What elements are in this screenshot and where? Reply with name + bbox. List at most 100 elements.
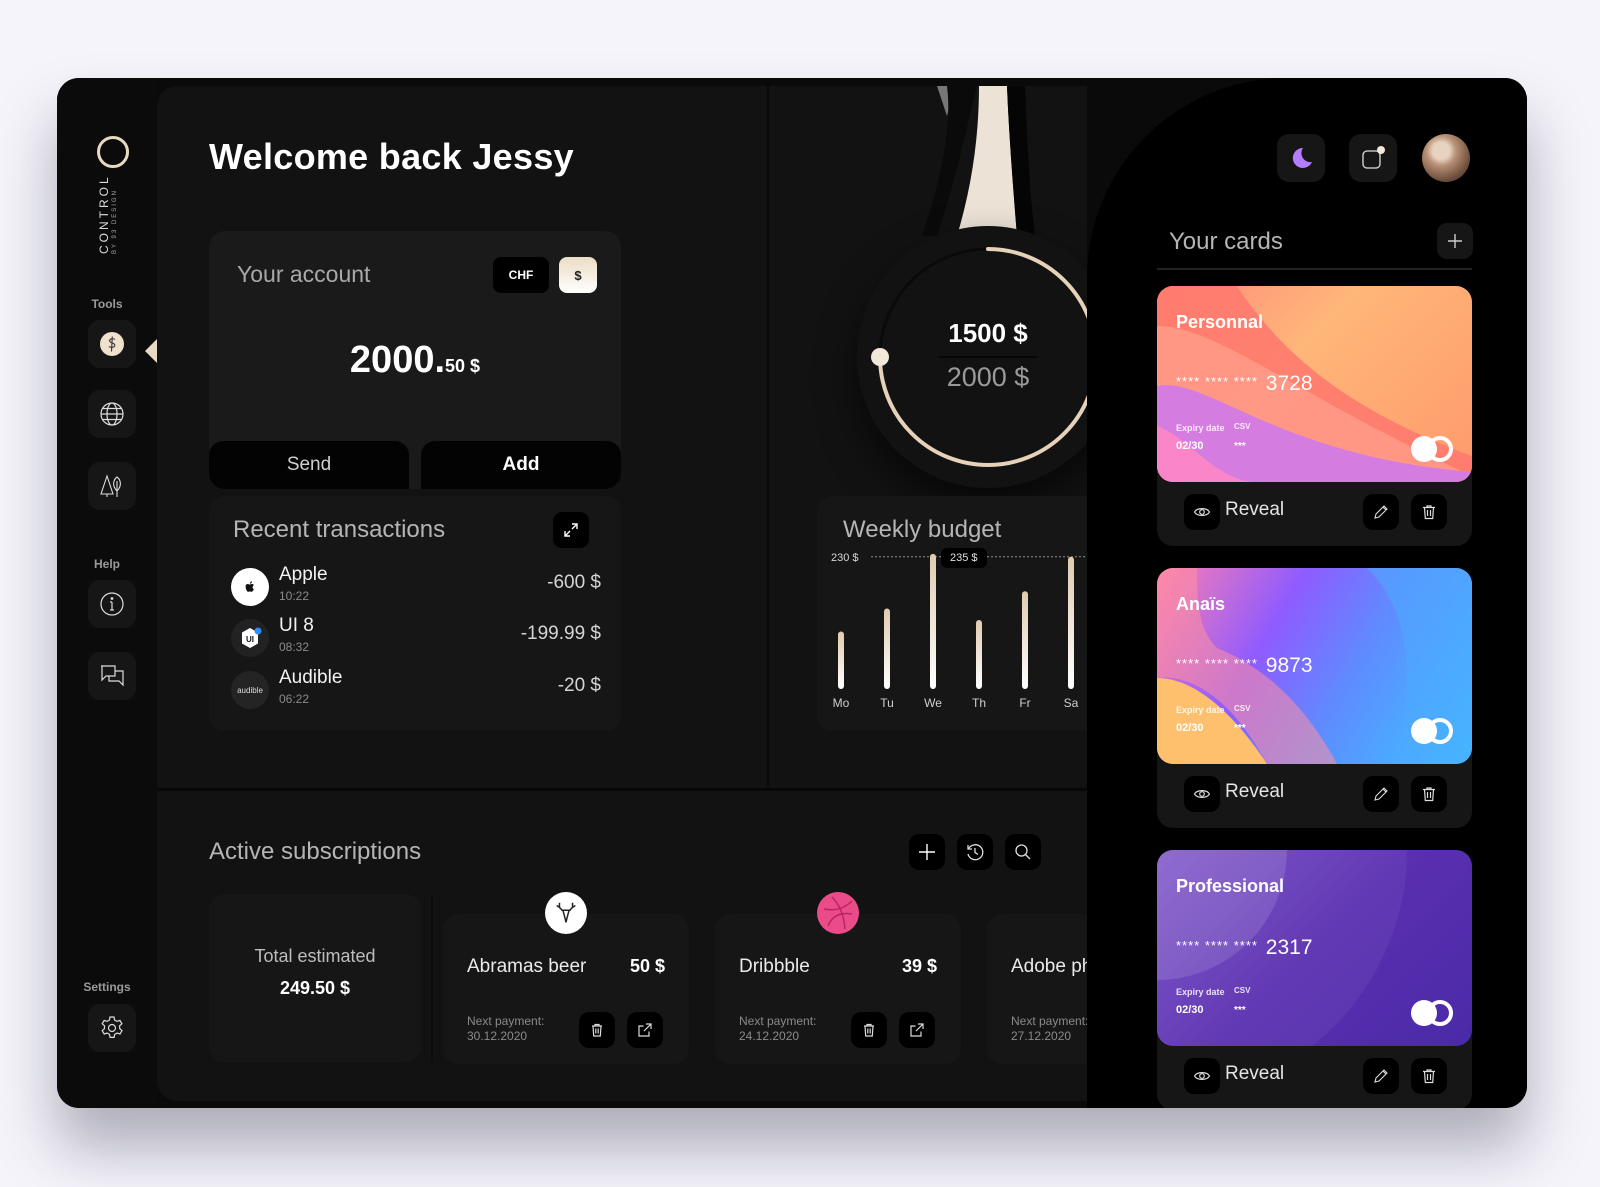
expiry-label: Expiry date — [1176, 987, 1225, 997]
user-avatar[interactable] — [1422, 134, 1470, 182]
sidebar-section-help: Help — [93, 557, 120, 571]
reveal-label[interactable]: Reveal — [1225, 1063, 1284, 1085]
brand-title: CONTROL — [97, 174, 111, 254]
add-card-button[interactable] — [1437, 223, 1473, 259]
delete-card-button[interactable] — [1411, 1058, 1447, 1094]
payment-card[interactable]: Personnal **** **** **** 3728 Expiry dat… — [1157, 286, 1472, 482]
transaction-time: 10:22 — [279, 589, 310, 603]
add-button[interactable]: Add — [421, 441, 621, 489]
brand-subtitle: BY 93 DESIGN — [112, 189, 118, 254]
subscription-card[interactable]: Abramas beer 50 $ Next payment: 30.12.20… — [443, 892, 689, 1064]
sidebar-section-tools: Tools — [91, 297, 123, 311]
bar-mo[interactable] — [838, 631, 844, 690]
notifications-button[interactable] — [1349, 134, 1397, 182]
sidebar-item-globe[interactable] — [88, 390, 136, 438]
transactions-title: Recent transactions — [233, 516, 446, 543]
payment-card[interactable]: Professional **** **** **** 2317 Expiry … — [1157, 850, 1472, 1046]
delete-card-button[interactable] — [1411, 776, 1447, 812]
apple-logo-icon — [231, 568, 269, 606]
x-tick-label: Mo — [833, 696, 850, 710]
card-network-icon — [1411, 1000, 1455, 1026]
sidebar-item-info[interactable] — [88, 580, 136, 628]
reference-label: 230 $ — [831, 552, 859, 564]
weekly-budget-title: Weekly budget — [843, 516, 1002, 543]
sidebar-item-settings[interactable] — [88, 1004, 136, 1052]
open-subscription-button[interactable] — [627, 1012, 663, 1048]
eye-icon — [1193, 1072, 1211, 1080]
subscriptions-title: Active subscriptions — [209, 838, 422, 865]
delete-card-button[interactable] — [1411, 494, 1447, 530]
chat-icon — [101, 665, 124, 687]
divider — [157, 788, 1087, 791]
card-csv: *** — [1234, 441, 1246, 452]
dark-mode-toggle[interactable] — [1277, 134, 1325, 182]
bar-sa[interactable] — [1068, 556, 1074, 689]
bar-fr[interactable] — [1022, 591, 1028, 689]
reveal-button[interactable] — [1184, 494, 1220, 530]
trash-icon — [864, 1023, 874, 1037]
payment-card[interactable]: Anaïs **** **** **** 9873 Expiry date CS… — [1157, 568, 1472, 764]
account-balance: 2000.50 $ — [209, 339, 621, 382]
dollar-icon — [100, 332, 124, 356]
card-number-mask: **** **** **** — [1176, 374, 1258, 389]
audible-logo-icon: audible — [231, 671, 269, 709]
history-button[interactable] — [957, 834, 993, 870]
deer-logo-icon — [545, 892, 587, 934]
transaction-item[interactable]: audible Audible 06:22 -20 $ — [231, 667, 601, 713]
reveal-button[interactable] — [1184, 776, 1220, 812]
transaction-name: Apple — [279, 564, 328, 585]
transaction-item[interactable]: Apple 10:22 -600 $ — [231, 564, 601, 610]
sidebar-item-dollar[interactable] — [88, 320, 136, 368]
add-subscription-button[interactable] — [909, 834, 945, 870]
info-icon — [100, 592, 124, 616]
recent-transactions-card: Recent transactions Apple 10:22 -600 $ U… — [209, 496, 621, 731]
sidebar-item-chat[interactable] — [88, 652, 136, 700]
card-expiry: 02/30 — [1176, 440, 1204, 452]
card-item: Personnal **** **** **** 3728 Expiry dat… — [1157, 286, 1472, 546]
cards-title: Your cards — [1169, 228, 1283, 255]
svg-text:UI: UI — [246, 635, 254, 644]
reveal-button[interactable] — [1184, 1058, 1220, 1094]
transaction-amount: -20 $ — [557, 675, 601, 696]
edit-card-button[interactable] — [1363, 776, 1399, 812]
logo-icon — [97, 136, 129, 168]
csv-label: CSV — [1234, 422, 1251, 431]
next-payment-date: 30.12.2020 — [467, 1029, 528, 1043]
ui8-logo-icon: UI — [231, 619, 269, 657]
delete-subscription-button[interactable] — [851, 1012, 887, 1048]
trash-icon — [1423, 787, 1435, 802]
currency-usd-button[interactable]: $ — [559, 257, 597, 293]
delete-subscription-button[interactable] — [579, 1012, 615, 1048]
sidebar-item-nature[interactable] — [88, 462, 136, 510]
total-estimated-card: Total estimated 249.50 $ — [209, 894, 421, 1062]
total-value: 249.50 $ — [279, 978, 351, 998]
eye-icon — [1193, 790, 1211, 798]
reveal-label[interactable]: Reveal — [1225, 499, 1284, 521]
active-indicator — [145, 339, 157, 363]
transaction-amount: -199.99 $ — [520, 623, 601, 644]
card-network-icon — [1411, 718, 1455, 744]
bar-tu[interactable] — [884, 608, 890, 690]
card-owner: Anaïs — [1176, 594, 1226, 614]
card-item: Anaïs **** **** **** 9873 Expiry date CS… — [1157, 568, 1472, 828]
divider — [767, 86, 769, 786]
transaction-item[interactable]: UI UI 8 08:32 -199.99 $ — [231, 615, 601, 661]
x-tick-label: Sa — [1064, 696, 1079, 710]
currency-chf-button[interactable]: CHF — [493, 257, 549, 293]
bar-th[interactable] — [976, 620, 982, 689]
app-window: CONTROL BY 93 DESIGN Tools Help Settings… — [57, 78, 1527, 1108]
search-button[interactable] — [1005, 834, 1041, 870]
card-number: **** **** **** 9873 — [1176, 654, 1313, 678]
edit-card-button[interactable] — [1363, 1058, 1399, 1094]
edit-card-button[interactable] — [1363, 494, 1399, 530]
bar-we[interactable] — [930, 553, 936, 689]
plus-icon — [919, 844, 935, 860]
card-csv: *** — [1234, 1005, 1246, 1016]
open-subscription-button[interactable] — [899, 1012, 935, 1048]
reveal-label[interactable]: Reveal — [1225, 781, 1284, 803]
expand-transactions-button[interactable] — [553, 512, 589, 548]
next-payment-date: 24.12.2020 — [739, 1029, 800, 1043]
send-button[interactable]: Send — [209, 441, 409, 489]
subscription-card[interactable]: Dribbble 39 $ Next payment: 24.12.2020 — [715, 892, 961, 1064]
csv-label: CSV — [1234, 704, 1251, 713]
